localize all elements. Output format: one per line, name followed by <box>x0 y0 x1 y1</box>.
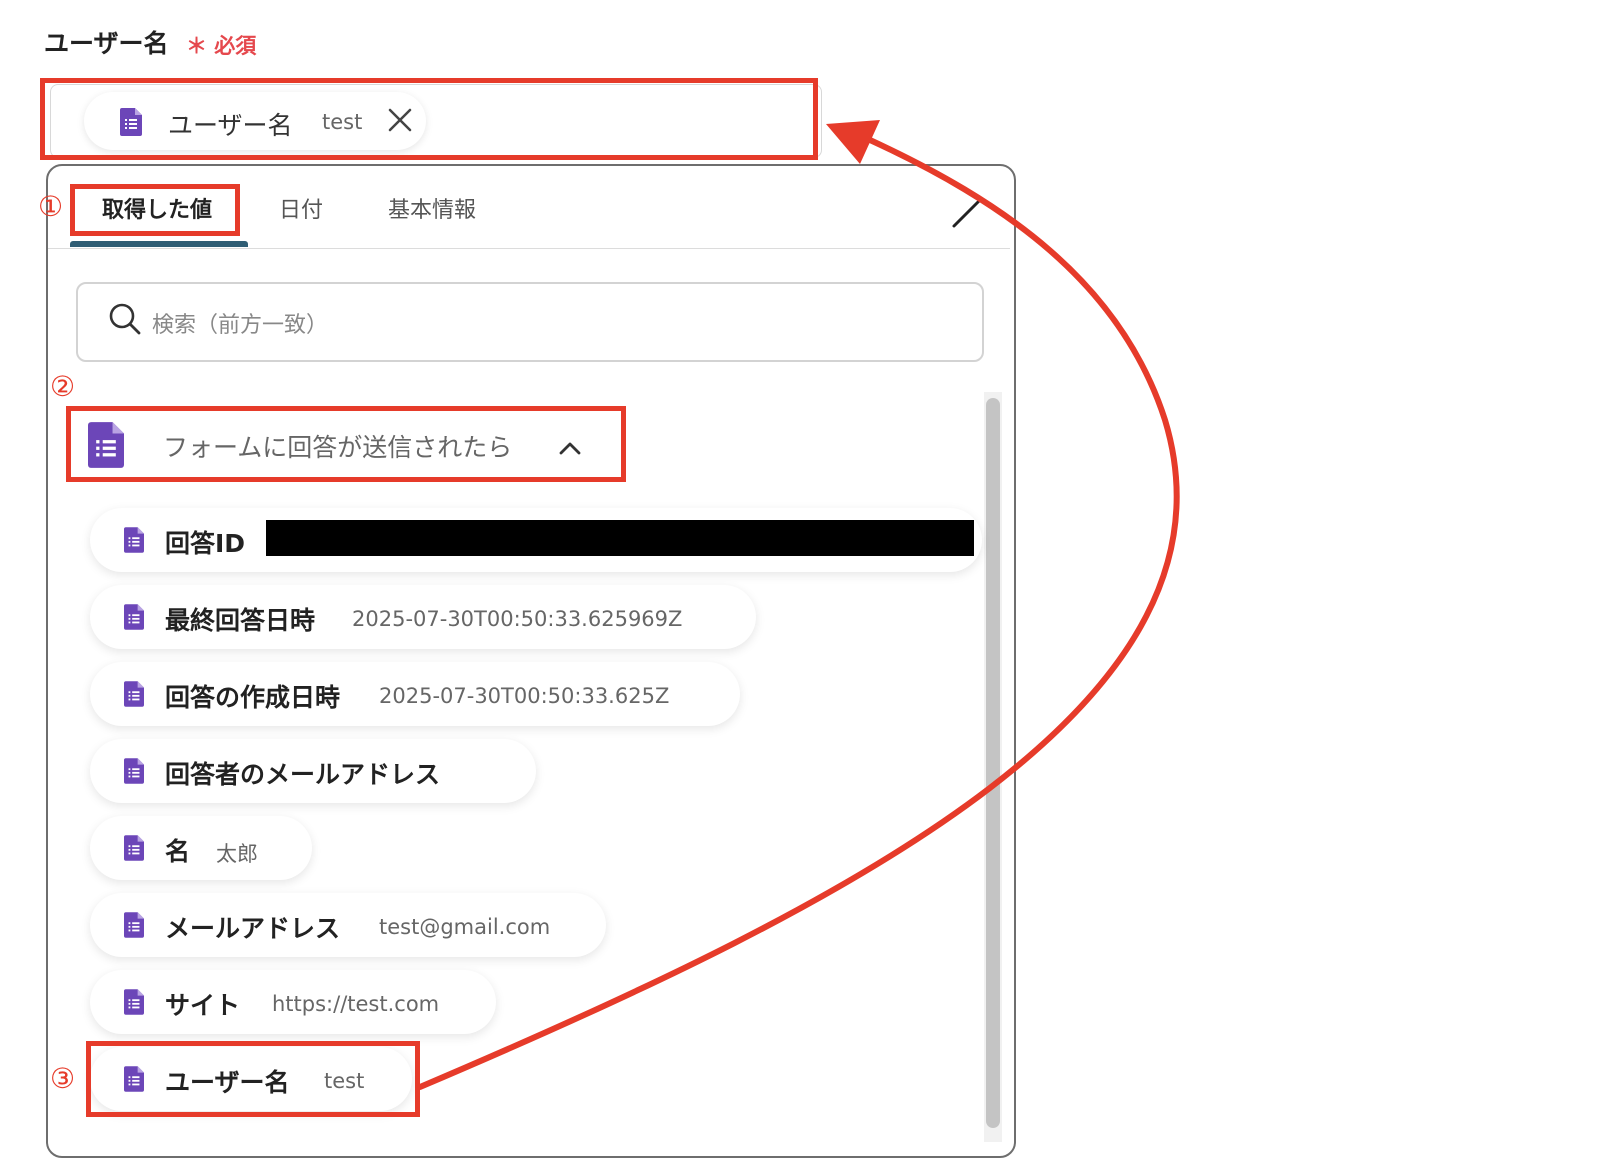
redacted-value <box>266 520 974 556</box>
list-item-last-response-date[interactable]: 最終回答日時 2025-07-30T00:50:33.625969Z <box>90 585 756 649</box>
item-value: 2025-07-30T00:50:33.625969Z <box>352 607 683 631</box>
list-item-site[interactable]: サイト https://test.com <box>90 970 496 1034</box>
item-label: 回答ID <box>165 529 246 558</box>
google-forms-icon <box>124 989 144 1019</box>
close-icon[interactable] <box>950 196 984 230</box>
item-label: 名 <box>165 837 191 866</box>
required-badge: ＊ 必須 <box>186 34 257 58</box>
item-value: test@gmail.com <box>379 915 551 939</box>
highlight-group <box>66 406 626 482</box>
item-label: 最終回答日時 <box>165 606 316 635</box>
search-placeholder: 検索（前方一致） <box>152 313 329 338</box>
search-icon <box>108 302 142 340</box>
item-value: 太郎 <box>216 842 258 866</box>
item-value: 2025-07-30T00:50:33.625Z <box>379 684 670 708</box>
highlight-tab <box>70 184 240 236</box>
item-label: サイト <box>165 991 241 1020</box>
item-label: 回答の作成日時 <box>165 683 341 712</box>
item-label: メールアドレス <box>165 914 341 943</box>
list-item-name[interactable]: 名 太郎 <box>90 816 312 880</box>
google-forms-icon <box>124 681 144 711</box>
active-tab-indicator <box>70 241 248 247</box>
highlight-field <box>40 78 818 160</box>
step-3-marker: ③ <box>50 1062 76 1095</box>
list-item-response-created-date[interactable]: 回答の作成日時 2025-07-30T00:50:33.625Z <box>90 662 740 726</box>
field-label: ユーザー名 <box>44 29 169 58</box>
item-label: 回答者のメールアドレス <box>165 760 441 789</box>
google-forms-icon <box>124 912 144 942</box>
google-forms-icon <box>124 527 144 557</box>
step-2-marker: ② <box>50 370 76 403</box>
google-forms-icon <box>124 758 144 788</box>
tab-basic-info[interactable]: 基本情報 <box>388 192 476 224</box>
scrollbar-thumb[interactable] <box>986 398 1000 1128</box>
google-forms-icon <box>124 604 144 634</box>
tab-date[interactable]: 日付 <box>279 192 323 224</box>
google-forms-icon <box>124 835 144 865</box>
tab-divider <box>48 248 1010 249</box>
highlight-item <box>86 1041 420 1117</box>
list-item-email[interactable]: メールアドレス test@gmail.com <box>90 893 606 957</box>
step-1-marker: ① <box>38 190 64 223</box>
list-item-respondent-email[interactable]: 回答者のメールアドレス <box>90 739 536 803</box>
item-value: https://test.com <box>272 992 440 1016</box>
